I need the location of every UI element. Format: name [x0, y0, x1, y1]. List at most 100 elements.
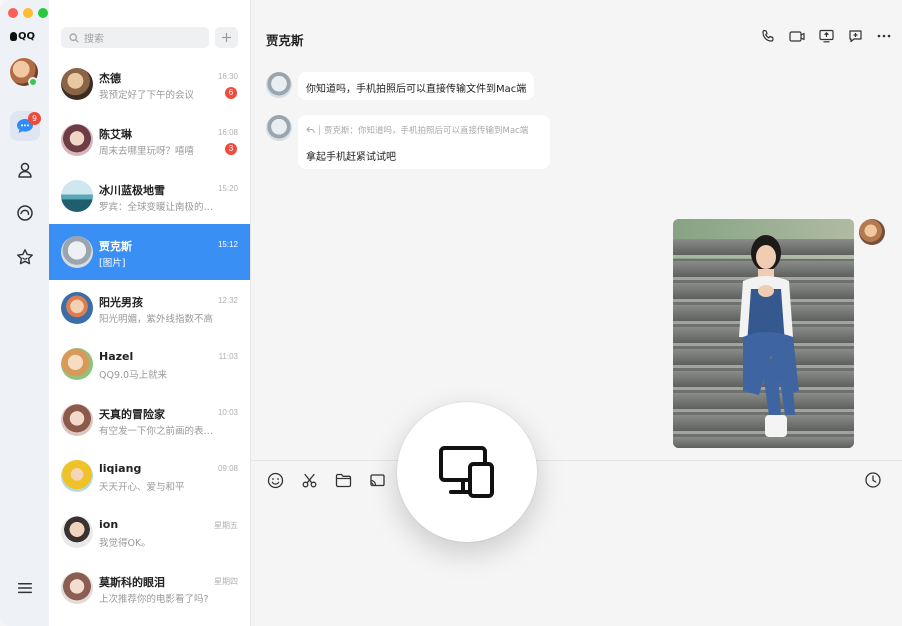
message-time: 16:30 [217, 72, 238, 81]
message-bubble[interactable]: 你知道吗，手机拍照后可以直接传输文件到Mac端 [298, 72, 535, 100]
contact-avatar [61, 68, 93, 100]
online-status-dot [28, 77, 38, 87]
input-toolbar [266, 471, 386, 489]
qq-logo: QQ [10, 31, 35, 42]
message-preview: [图片] [99, 258, 126, 269]
conversation-item-selected[interactable]: 贾克斯 [图片] 15:12 [49, 224, 250, 280]
reply-arrow-icon [306, 126, 315, 133]
message-time: 15:12 [217, 240, 238, 249]
sender-avatar[interactable] [266, 72, 292, 98]
message-preview: QQ9.0马上就来 [99, 370, 168, 381]
contact-name: Hazel [99, 350, 134, 363]
conversation-item[interactable]: liqiang 天天开心、爱与和平 09:08 [49, 448, 250, 504]
message-time: 15:20 [217, 184, 238, 193]
contact-avatar [61, 404, 93, 436]
contact-avatar [61, 572, 93, 604]
video-call-button[interactable] [789, 28, 805, 44]
contact-name: 陈艾琳 [99, 128, 132, 141]
add-button[interactable] [215, 27, 238, 48]
message-time: 09:08 [217, 464, 238, 473]
message-time: 11:03 [218, 352, 238, 361]
zoom-window-button[interactable] [38, 8, 48, 18]
history-icon [865, 472, 881, 488]
conversation-item[interactable]: 冰川蓝极地雪 罗宾：全球变暖让南极的冰… 15:20 [49, 168, 250, 224]
message-preview: 周末去哪里玩呀？嘻嘻 [99, 146, 195, 157]
rail-favorites-button[interactable] [10, 242, 40, 272]
unread-count-badge: 6 [225, 87, 237, 99]
message-time: 16:08 [217, 128, 238, 137]
message-time: 10:03 [217, 408, 238, 417]
screenshot-button[interactable] [300, 471, 318, 489]
emoji-icon [267, 472, 283, 488]
message-preview: 上次推荐你的电影看了吗? [99, 594, 209, 605]
chat-header-toolbar [760, 28, 892, 44]
more-icon [877, 34, 891, 38]
message-time: 星期五 [214, 521, 238, 530]
conversation-item[interactable]: ion 我觉得OK。 星期五 [49, 504, 250, 560]
chat-title: 贾克斯 [266, 33, 304, 48]
contact-name: liqiang [99, 462, 142, 475]
contact-avatar [61, 124, 93, 156]
emoji-button[interactable] [266, 471, 284, 489]
conversation-item[interactable]: 杰德 我预定好了下午的会议 16:30 6 [49, 56, 250, 112]
contact-avatar [61, 236, 93, 268]
qq-window: QQ 9 搜索 杰德 我预定好了下午的会议 16:30 6 陈艾琳 周末去哪里玩… [0, 0, 902, 626]
screen-share-icon [818, 29, 834, 43]
conversation-item[interactable]: 陈艾琳 周末去哪里玩呀？嘻嘻 16:08 3 [49, 112, 250, 168]
quoted-message[interactable]: 贾克斯：你知道吗，手机拍照后可以直接传输到Mac端 [306, 124, 546, 136]
unread-badge: 9 [28, 112, 41, 125]
contact-name: 冰川蓝极地雪 [99, 184, 165, 197]
conversation-item[interactable]: 阳光男孩 阳光明媚，紫外线指数不高 12:32 [49, 280, 250, 336]
image-message[interactable] [673, 219, 854, 448]
reply-message-bubble[interactable]: 贾克斯：你知道吗，手机拍照后可以直接传输到Mac端 拿起手机赶紧试试吧 [298, 115, 550, 169]
qq-logo-text: QQ [18, 31, 36, 42]
message-preview: 阳光明媚，紫外线指数不高 [99, 314, 214, 325]
channel-icon [17, 205, 33, 221]
video-call-icon [789, 30, 805, 42]
contact-name: 杰德 [99, 72, 121, 85]
contact-name: 莫斯科的眼泪 [99, 576, 165, 589]
screen-cast-icon [369, 473, 385, 486]
contact-avatar [61, 348, 93, 380]
plus-icon [222, 33, 231, 42]
voice-call-button[interactable] [760, 28, 776, 44]
multi-device-callout[interactable] [397, 402, 537, 542]
add-to-chat-button[interactable] [847, 28, 863, 44]
send-file-button[interactable] [334, 471, 352, 489]
photo-image [673, 219, 854, 448]
hamburger-menu-icon [18, 583, 32, 594]
history-button[interactable] [864, 471, 882, 489]
more-button[interactable] [876, 28, 892, 44]
multi-device-icon [439, 446, 494, 498]
contacts-icon [18, 162, 32, 178]
reply-text: 拿起手机赶紧试试吧 [306, 152, 396, 163]
close-window-button[interactable] [8, 8, 18, 18]
scissors-icon [302, 473, 316, 487]
left-rail: QQ 9 [0, 0, 49, 626]
contact-name: 阳光男孩 [99, 296, 143, 309]
screen-share-button[interactable] [818, 28, 834, 44]
sender-avatar[interactable] [266, 115, 292, 141]
quoted-text: 贾克斯：你知道吗，手机拍照后可以直接传输到Mac端 [324, 126, 529, 136]
unread-count-badge: 3 [225, 143, 237, 155]
message-preview: 罗宾：全球变暖让南极的冰… [99, 202, 219, 213]
conversation-item[interactable]: 天真的冒险家 有空发一下你之前画的表情… 10:03 [49, 392, 250, 448]
contact-avatar [61, 292, 93, 324]
contact-name: 贾克斯 [99, 240, 132, 253]
minimize-window-button[interactable] [23, 8, 33, 18]
search-placeholder: 搜索 [84, 34, 104, 45]
conversation-item[interactable]: 莫斯科的眼泪 上次推荐你的电影看了吗? 星期四 [49, 560, 250, 616]
search-box[interactable]: 搜索 [61, 27, 209, 48]
quote-divider [319, 125, 320, 135]
chat-panel: 贾克斯 你知道吗，手机拍照后可以直接传输文件到Mac端 贾克斯：你知道吗，手机拍… [251, 0, 902, 626]
rail-menu-button[interactable] [10, 573, 40, 603]
my-message-avatar[interactable] [859, 219, 885, 245]
message-preview: 我觉得OK。 [99, 538, 151, 549]
rail-contacts-button[interactable] [10, 155, 40, 185]
message-preview: 我预定好了下午的会议 [99, 90, 195, 101]
conversation-item[interactable]: Hazel QQ9.0马上就来 11:03 [49, 336, 250, 392]
screen-cast-button[interactable] [368, 471, 386, 489]
message-time: 12:32 [217, 296, 238, 305]
message-text: 你知道吗，手机拍照后可以直接传输文件到Mac端 [306, 84, 527, 95]
rail-channels-button[interactable] [10, 198, 40, 228]
